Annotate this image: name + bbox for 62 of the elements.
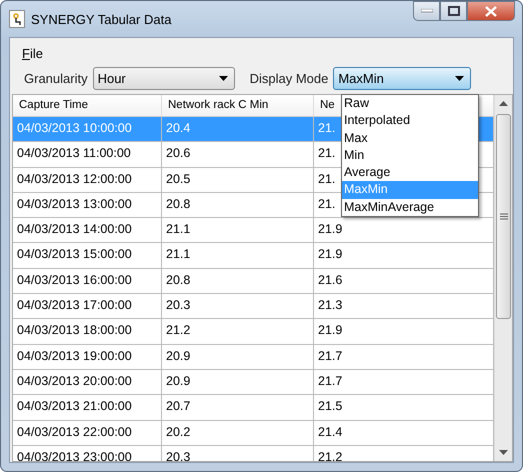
maximize-icon xyxy=(448,6,460,16)
display-mode-dropdown[interactable]: MaxMin xyxy=(333,66,472,90)
window-title: SYNERGY Tabular Data xyxy=(31,12,172,26)
table-cell: 20.9 xyxy=(162,344,314,369)
table-cell: 04/03/2013 16:00:00 xyxy=(13,268,162,294)
table-row[interactable]: 04/03/2013 17:00:00 20.3 21.3 xyxy=(13,294,494,320)
table-cell: 04/03/2013 23:00:00 xyxy=(13,446,162,461)
caret-icon xyxy=(218,76,228,80)
table-cell: 04/03/2013 17:00:00 xyxy=(13,294,162,318)
close-icon xyxy=(485,6,497,16)
granularity-dropdown[interactable]: Hour xyxy=(92,66,235,90)
table-row[interactable]: 04/03/2013 16:00:00 20.8 21.6 xyxy=(13,268,494,294)
table-cell: 20.8 xyxy=(162,192,314,218)
table-cell: 20.8 xyxy=(162,268,314,294)
table-cell: 04/03/2013 10:00:00 xyxy=(13,117,162,142)
table-cell: 04/03/2013 20:00:00 xyxy=(13,370,162,394)
scroll-up-icon[interactable] xyxy=(499,101,508,106)
app-icon xyxy=(9,10,25,28)
table-cell: 04/03/2013 12:00:00 xyxy=(13,168,162,192)
table-cell: 04/03/2013 18:00:00 xyxy=(13,319,162,344)
menu-item[interactable]: File xyxy=(22,46,43,60)
table-cell: 20.4 xyxy=(162,117,314,142)
table-cell: 04/03/2013 13:00:00 xyxy=(13,192,162,218)
table-row[interactable]: 04/03/2013 21:00:00 20.7 21.5 xyxy=(13,395,494,421)
scroll-down-icon[interactable] xyxy=(499,450,508,455)
dropdown-option[interactable]: Min xyxy=(342,146,478,164)
table-cell: 20.3 xyxy=(162,294,314,318)
table-cell: 21.1 xyxy=(162,243,314,268)
table-cell: 20.3 xyxy=(162,446,314,461)
table-cell: 04/03/2013 19:00:00 xyxy=(13,344,162,369)
table-cell: 04/03/2013 14:00:00 xyxy=(13,218,162,242)
dropdown-option[interactable]: Raw xyxy=(342,95,478,112)
field-label: Granularity xyxy=(24,70,88,86)
scrollbar[interactable] xyxy=(494,95,512,461)
table-cell: 20.9 xyxy=(162,370,314,394)
table-row[interactable]: 04/03/2013 15:00:00 21.1 21.9 xyxy=(13,243,494,269)
caret-icon xyxy=(455,76,464,80)
table-cell: 04/03/2013 15:00:00 xyxy=(13,243,162,268)
column-header[interactable]: Capture Time xyxy=(13,95,162,116)
minimize-icon xyxy=(420,9,432,13)
table-row[interactable]: 04/03/2013 18:00:00 21.2 21.9 xyxy=(13,319,494,345)
column-header[interactable]: Network rack C Min xyxy=(162,95,314,116)
close-button[interactable] xyxy=(467,1,515,21)
table-row[interactable]: 04/03/2013 20:00:00 20.9 21.7 xyxy=(13,370,494,396)
table-cell: 04/03/2013 22:00:00 xyxy=(13,420,162,445)
table-cell: 04/03/2013 11:00:00 xyxy=(13,142,162,167)
table-cell: 20.6 xyxy=(162,142,314,167)
table-cell: 04/03/2013 21:00:00 xyxy=(13,395,162,420)
table-cell: 20.7 xyxy=(162,395,314,420)
table-row[interactable]: 04/03/2013 19:00:00 20.9 21.7 xyxy=(13,344,494,370)
table-cell: 21.1 xyxy=(162,218,314,242)
grip-icon xyxy=(500,213,508,220)
table-cell: 20.2 xyxy=(162,420,314,445)
table-cell: 21.2 xyxy=(162,319,314,344)
table-row[interactable]: 04/03/2013 22:00:00 20.2 21.4 xyxy=(13,420,494,446)
table-row[interactable]: 04/03/2013 14:00:00 21.1 21.9 xyxy=(13,218,494,244)
maximize-button[interactable] xyxy=(440,1,467,21)
scroll-thumb[interactable] xyxy=(496,114,511,319)
field-label: Display Mode xyxy=(250,70,328,86)
minimize-button[interactable] xyxy=(413,1,440,21)
table-cell: 20.5 xyxy=(162,168,314,192)
dropdown-option[interactable]: MaxMinAverage xyxy=(342,198,478,216)
